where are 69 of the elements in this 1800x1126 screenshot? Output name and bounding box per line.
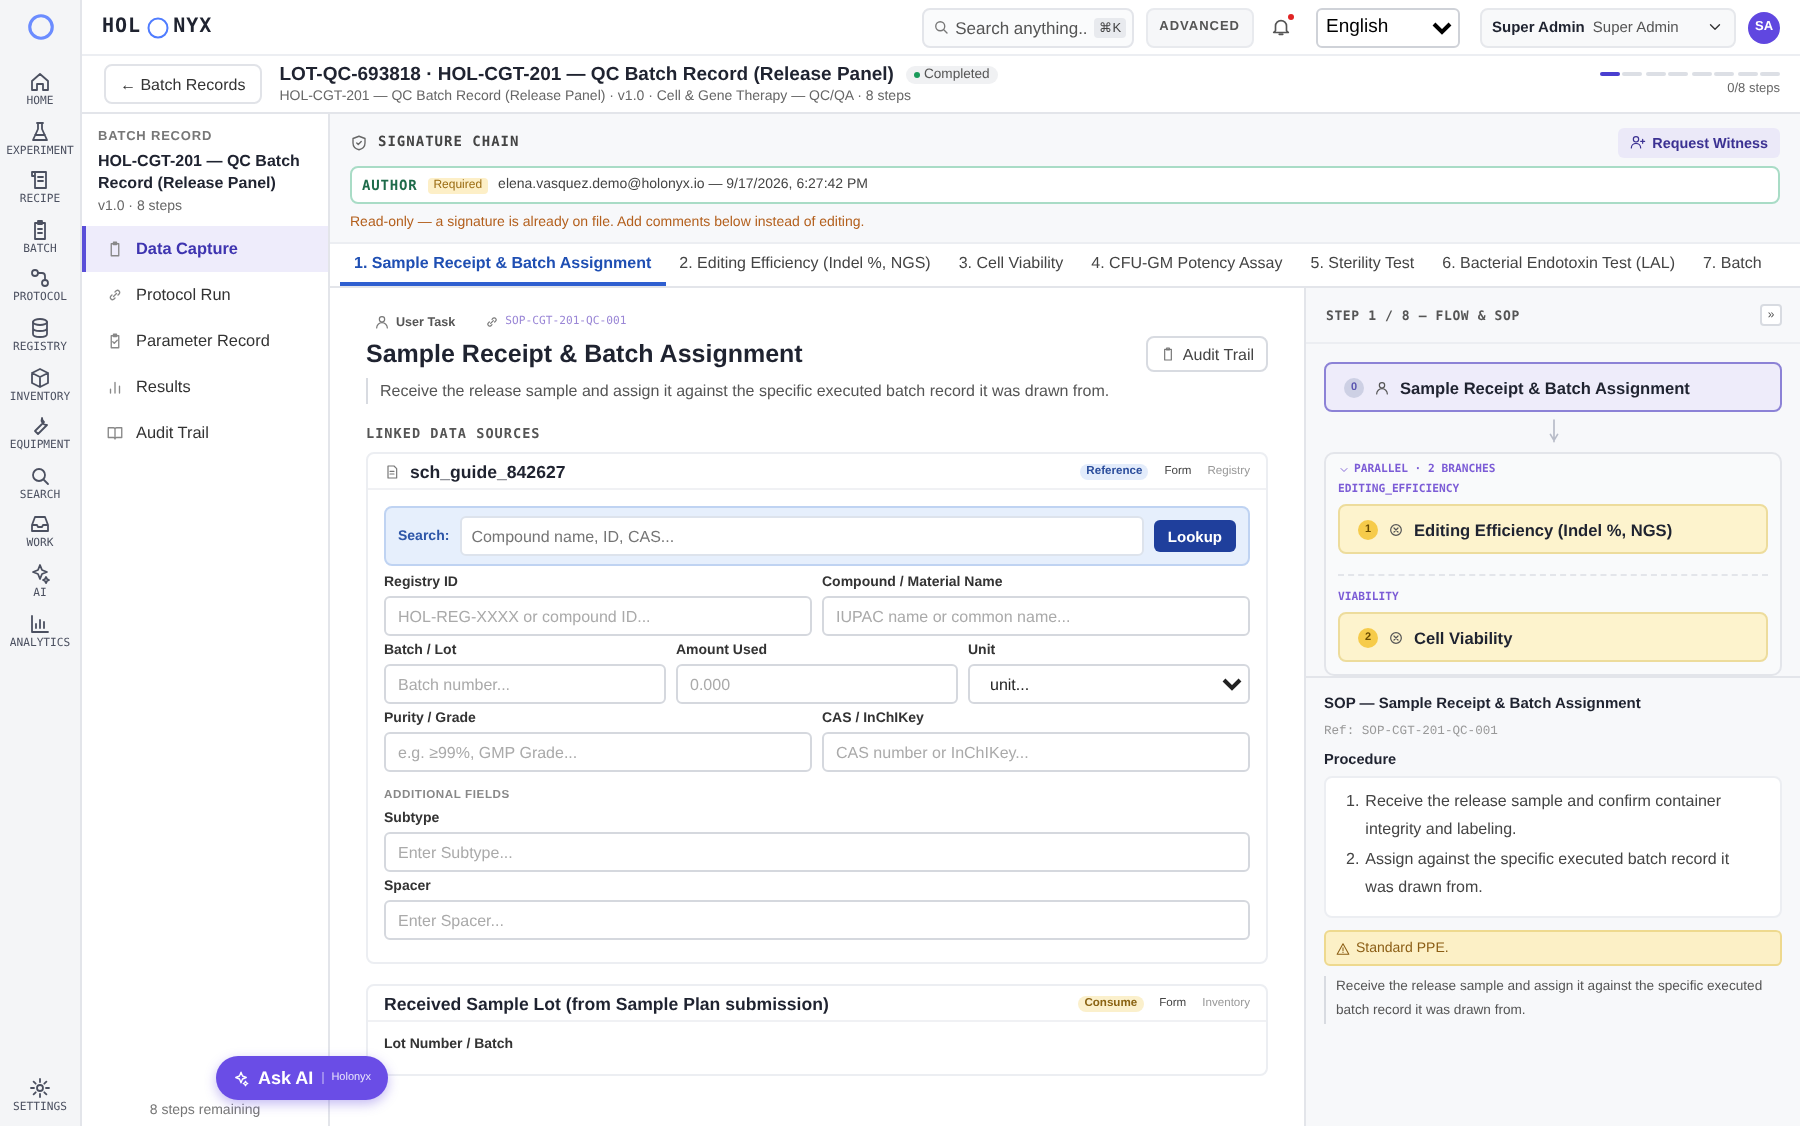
clipboard-icon xyxy=(106,239,124,258)
procedure-step: Assign against the specific executed batch record it was drawn from. xyxy=(1365,846,1760,902)
lookup-input[interactable]: Compound name, ID, CAS... xyxy=(459,516,1144,556)
sidebar-item[interactable]: Protocol Run xyxy=(82,271,328,318)
step-tab[interactable]: 5. Sterility Test xyxy=(1296,244,1429,286)
step-tab[interactable]: 2. Editing Efficiency (Indel %, NGS) xyxy=(665,244,945,286)
chevron-down-icon xyxy=(1706,18,1724,36)
search-icon xyxy=(28,463,52,488)
input-field[interactable]: 0.000 xyxy=(676,664,958,704)
input-field[interactable]: IUPAC name or common name... xyxy=(822,596,1250,636)
step-tab[interactable]: 3. Cell Viability xyxy=(944,244,1078,286)
procedure-step: Receive the release sample and confirm container integrity and labeling. xyxy=(1365,788,1760,844)
clipboard-icon xyxy=(28,217,52,242)
book-icon xyxy=(106,423,124,442)
sidebar-item[interactable]: Data Capture xyxy=(82,225,328,272)
language-select[interactable]: English xyxy=(1316,7,1460,47)
step-tab[interactable]: 1. Sample Receipt & Batch Assignment xyxy=(340,244,666,286)
record-name: HOL-CGT-201 — QC Batch Record (Release Panel) xyxy=(98,152,302,196)
person-icon xyxy=(374,314,390,330)
source-name: Received Sample Lot (from Sample Plan submission) xyxy=(384,993,831,1013)
sparkle-icon xyxy=(28,561,52,586)
database-icon xyxy=(28,315,52,340)
input-field[interactable]: HOL-REG-XXXX or compound ID... xyxy=(384,596,812,636)
input-field[interactable]: e.g. ≥99%, GMP Grade... xyxy=(384,732,812,772)
source-name: sch_guide_842627 xyxy=(410,461,568,481)
checklist-icon xyxy=(106,331,124,350)
settings-icon xyxy=(27,1076,52,1100)
nodes-icon xyxy=(28,266,52,291)
brand-text: NYX xyxy=(173,16,213,38)
add-person-icon xyxy=(1630,134,1647,150)
person-icon xyxy=(1374,379,1390,395)
step-number: 1. xyxy=(1346,790,1360,814)
connector-arrow xyxy=(1547,418,1559,446)
step-tab[interactable]: 6. Bacterial Endotoxin Test (LAL) xyxy=(1428,244,1689,286)
bar-chart-icon xyxy=(28,611,52,636)
document-icon xyxy=(384,463,400,479)
scroll-icon xyxy=(28,168,52,193)
input-field[interactable]: Batch number... xyxy=(384,664,666,704)
sidebar-item[interactable]: Audit Trail xyxy=(82,409,328,456)
logo-ring-icon xyxy=(25,12,55,42)
sparkle-icon xyxy=(232,1069,250,1087)
link-icon xyxy=(483,314,500,330)
task-description: Receive the release sample and assign it against the specific executed batch record it was drawn from. xyxy=(366,378,1268,404)
step-number: 2. xyxy=(1346,848,1360,872)
record-title: LOT-QC-693818 · HOL-CGT-201 — QC Batch Record (Release Panel) xyxy=(279,64,894,86)
search-icon xyxy=(931,18,950,36)
unit-select[interactable]: unit... xyxy=(968,664,1250,704)
cube-icon xyxy=(28,365,52,390)
link-icon xyxy=(106,285,124,304)
input-field[interactable]: Enter Subtype... xyxy=(384,832,1250,872)
warning-icon xyxy=(1336,941,1350,955)
shield-icon xyxy=(350,133,368,151)
home-icon xyxy=(28,70,52,94)
flask-icon xyxy=(28,119,52,144)
input-field[interactable]: CAS number or InChIKey... xyxy=(822,732,1250,772)
step-tab[interactable]: 4. CFU-GM Potency Assay xyxy=(1077,244,1297,286)
input-field[interactable]: Enter Spacer... xyxy=(384,900,1250,940)
clipboard-icon xyxy=(1160,346,1177,362)
sidebar-item[interactable]: Parameter Record xyxy=(82,317,328,364)
task-title: Sample Receipt & Batch Assignment xyxy=(366,340,803,368)
logo-ring-icon xyxy=(145,15,170,39)
brand-text: HOL xyxy=(102,16,142,38)
back-button[interactable]: ← Batch Records xyxy=(104,64,262,104)
bell-icon xyxy=(1270,16,1292,38)
audit-trail-button[interactable]: Audit Trail xyxy=(1146,336,1268,372)
inbox-icon xyxy=(28,512,52,537)
bar-chart-icon xyxy=(106,377,124,396)
sidebar-item[interactable]: Results xyxy=(82,363,328,410)
step-tab[interactable]: 7. Batch xyxy=(1688,244,1776,286)
